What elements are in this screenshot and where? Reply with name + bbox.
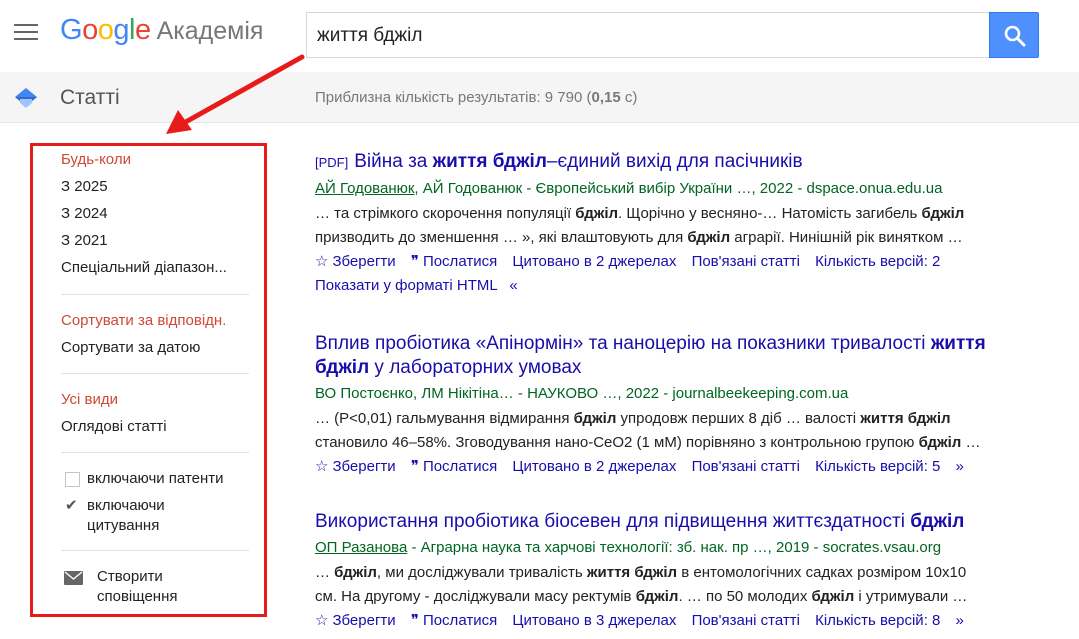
search-result: [PDF] Війна за життя бджіл–єдиний вихід д… xyxy=(315,150,1055,298)
result-title[interactable]: Вплив пробіотика «Апінормін» та наноцері… xyxy=(315,332,1055,380)
versions-link[interactable]: Кількість версій: 2 xyxy=(815,253,940,270)
cite-button[interactable]: ❞ Послатися xyxy=(411,612,497,629)
author-link[interactable]: АЙ Годованюк xyxy=(315,180,414,197)
google-scholar-logo[interactable]: Google Академія xyxy=(60,14,263,47)
search-button[interactable] xyxy=(989,12,1039,58)
save-button[interactable]: ☆ Зберегти xyxy=(315,612,396,629)
filter-custom-range[interactable]: Спеціальний діапазон... xyxy=(61,259,227,276)
divider xyxy=(61,373,249,374)
result-snippet: … (P<0,01) гальмування відмирання бджіл … xyxy=(315,410,981,451)
double-chevron-right-icon[interactable]: » xyxy=(956,455,964,479)
related-articles-link[interactable]: Пов'язані статті xyxy=(692,253,800,270)
double-chevron-right-icon[interactable]: » xyxy=(956,609,964,633)
search-result: Використання пробіотика біосевен для під… xyxy=(315,510,1055,633)
type-review-articles[interactable]: Оглядові статті xyxy=(61,418,167,435)
result-actions: ☆ Зберегти ❞ Послатися Цитовано в 2 джерел… xyxy=(315,455,1055,479)
mail-icon xyxy=(64,571,83,585)
star-icon: ☆ xyxy=(315,612,329,629)
sort-by-relevance[interactable]: Сортувати за відповідн. xyxy=(61,312,226,329)
result-stats: Приблизна кількість результатів: 9 790 (… xyxy=(315,89,638,106)
star-icon: ☆ xyxy=(315,253,329,270)
result-authors: ВО Постоєнко, ЛМ Нікітіна… - НАУКОВО …, … xyxy=(315,385,849,402)
result-title[interactable]: Використання пробіотика біосевен для під… xyxy=(315,510,1055,534)
cited-by-link[interactable]: Цитовано в 2 джерелах xyxy=(512,458,676,475)
html-view-link[interactable]: Показати у форматі HTML « xyxy=(315,274,1055,298)
star-icon: ☆ xyxy=(315,458,329,475)
cited-by-link[interactable]: Цитовано в 3 джерелах xyxy=(512,612,676,629)
versions-link[interactable]: Кількість версій: 5 xyxy=(815,458,940,475)
related-articles-link[interactable]: Пов'язані статті xyxy=(692,458,800,475)
include-patents-label[interactable]: включаючи патенти xyxy=(87,469,224,489)
cited-by-link[interactable]: Цитовано в 2 джерелах xyxy=(512,253,676,270)
double-chevron-left-icon: « xyxy=(509,277,518,294)
filter-since-2021[interactable]: З 2021 xyxy=(61,232,108,249)
author-link[interactable]: ОП Разанова xyxy=(315,539,407,556)
result-actions: ☆ Зберегти ❞ Послатися Цитовано в 2 джерел… xyxy=(315,250,1055,274)
quote-icon: ❞ xyxy=(410,458,419,475)
filter-since-2025[interactable]: З 2025 xyxy=(61,178,108,195)
related-articles-link[interactable]: Пов'язані статті xyxy=(692,612,800,629)
search-box xyxy=(306,12,990,58)
result-snippet: … бджіл, ми досліджували тривалість житт… xyxy=(315,564,968,605)
quote-icon: ❞ xyxy=(410,612,419,629)
type-all[interactable]: Усі види xyxy=(61,391,118,408)
versions-link[interactable]: Кількість версій: 8 xyxy=(815,612,940,629)
hamburger-menu-icon[interactable] xyxy=(14,24,38,42)
include-citations-checkbox[interactable]: ✔ xyxy=(65,497,80,514)
section-title: Статті xyxy=(60,86,120,109)
result-authors: АЙ Годованюк, АЙ Годованюк - Європейськи… xyxy=(315,180,943,197)
divider xyxy=(61,452,249,453)
include-patents-checkbox[interactable] xyxy=(65,472,80,487)
save-button[interactable]: ☆ Зберегти xyxy=(315,458,396,475)
search-icon xyxy=(1004,25,1026,47)
divider xyxy=(61,294,249,295)
cite-button[interactable]: ❞ Послатися xyxy=(411,458,497,475)
quote-icon: ❞ xyxy=(410,253,419,270)
pdf-tag[interactable]: [PDF] xyxy=(315,155,348,170)
result-snippet: … та стрімкого скорочення популяції бджі… xyxy=(315,205,965,246)
sort-by-date[interactable]: Сортувати за датою xyxy=(61,339,200,356)
result-title[interactable]: [PDF] Війна за життя бджіл–єдиний вихід д… xyxy=(315,150,1055,175)
filter-any-time[interactable]: Будь-коли xyxy=(61,151,131,168)
scholar-cap-icon xyxy=(15,88,37,108)
filter-since-2024[interactable]: З 2024 xyxy=(61,205,108,222)
divider xyxy=(61,550,249,551)
search-input[interactable] xyxy=(317,22,977,50)
search-result: Вплив пробіотика «Апінормін» та наноцері… xyxy=(315,332,1055,479)
checkmark-icon: ✔ xyxy=(65,497,78,514)
result-actions: ☆ Зберегти ❞ Послатися Цитовано в 3 джерел… xyxy=(315,609,1055,633)
cite-button[interactable]: ❞ Послатися xyxy=(411,253,497,270)
filters-sidebar: Будь-коли З 2025 З 2024 З 2021 Спеціальн… xyxy=(30,143,267,617)
include-citations-label[interactable]: включаючи цитування xyxy=(87,496,165,536)
annotation-arrow xyxy=(166,54,305,134)
save-button[interactable]: ☆ Зберегти xyxy=(315,253,396,270)
create-alert-button[interactable]: Створити сповіщення xyxy=(97,567,177,607)
result-authors: ОП Разанова - Аграрна наука та харчові т… xyxy=(315,539,942,556)
